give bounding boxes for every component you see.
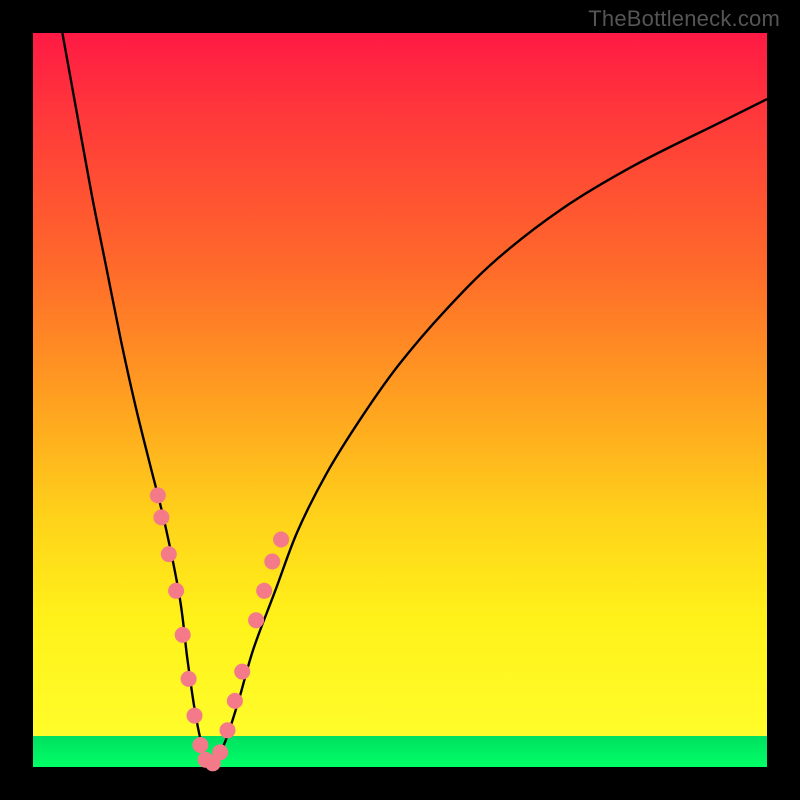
marker-dot: [220, 722, 236, 738]
chart-frame: TheBottleneck.com: [0, 0, 800, 800]
marker-dot: [264, 554, 280, 570]
marker-dot: [248, 612, 264, 628]
marker-group: [150, 487, 289, 771]
watermark-text: TheBottleneck.com: [588, 6, 780, 32]
curve-path-group: [62, 33, 767, 767]
plot-area: [33, 33, 767, 767]
marker-dot: [153, 509, 169, 525]
marker-dot: [161, 546, 177, 562]
marker-dot: [175, 627, 191, 643]
marker-dot: [181, 671, 197, 687]
marker-dot: [168, 583, 184, 599]
marker-dot: [256, 583, 272, 599]
marker-dot: [212, 744, 228, 760]
bottleneck-curve: [33, 33, 767, 767]
marker-dot: [234, 664, 250, 680]
marker-dot: [187, 708, 203, 724]
marker-dot: [192, 737, 208, 753]
curve-path: [62, 33, 767, 767]
marker-dot: [273, 532, 289, 548]
marker-dot: [227, 693, 243, 709]
marker-dot: [150, 487, 166, 503]
